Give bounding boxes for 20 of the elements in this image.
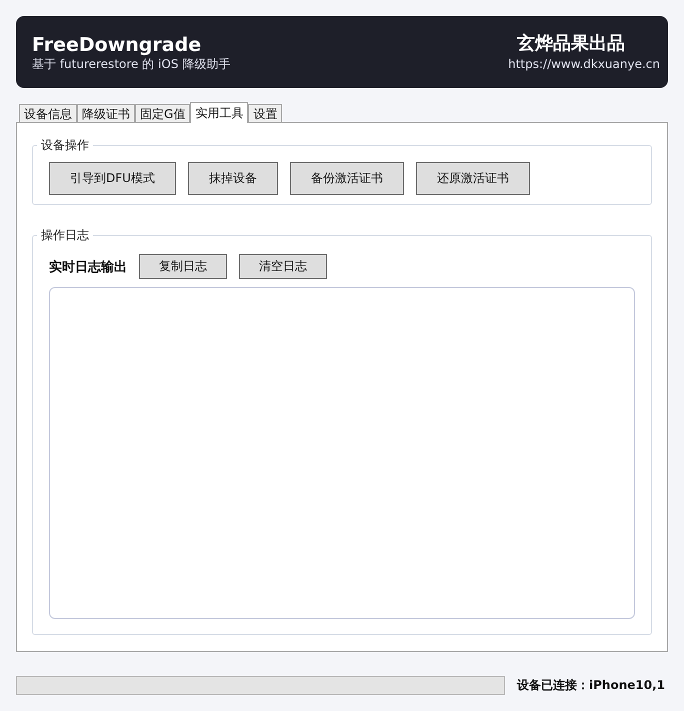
brand-text: 玄烨品果出品 bbox=[516, 32, 626, 56]
action-button[interactable]: 备份激活证书 bbox=[290, 162, 404, 195]
tab[interactable]: 实用工具 bbox=[190, 102, 248, 123]
log-label: 实时日志输出 bbox=[49, 258, 127, 276]
log-button[interactable]: 复制日志 bbox=[139, 254, 227, 279]
tab[interactable]: 降级证书 bbox=[77, 104, 135, 122]
log-output-field[interactable] bbox=[49, 287, 635, 619]
app-title: FreeDowngrade bbox=[32, 33, 202, 57]
tab[interactable]: 设置 bbox=[248, 104, 282, 122]
group-title: 操作日志 bbox=[40, 227, 90, 244]
group-title: 设备操作 bbox=[40, 137, 90, 154]
action-button[interactable]: 抹掉设备 bbox=[188, 162, 278, 195]
tab[interactable]: 固定G值 bbox=[135, 104, 190, 122]
app-subtitle: 基于 futurerestore 的 iOS 降级助手 bbox=[32, 57, 230, 71]
action-button[interactable]: 还原激活证书 bbox=[416, 162, 530, 195]
connection-status: 设备已连接：iPhone10,1 bbox=[517, 677, 665, 694]
log-button[interactable]: 清空日志 bbox=[239, 254, 327, 279]
website-url: https://www.dkxuanye.cn bbox=[508, 56, 660, 72]
action-button[interactable]: 引导到DFU模式 bbox=[49, 162, 176, 195]
tab[interactable]: 设备信息 bbox=[19, 104, 77, 122]
